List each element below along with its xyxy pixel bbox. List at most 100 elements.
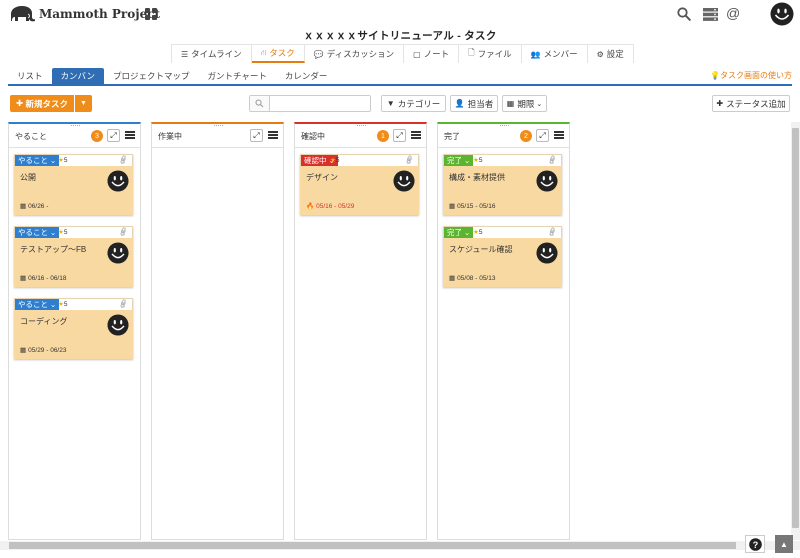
task-date-range: ▦ 06/26 - [20,202,49,211]
assignee-avatar[interactable] [393,170,415,192]
status-dropdown[interactable]: やること ⌄ [15,299,60,310]
drag-handle[interactable] [357,125,366,127]
column-menu-icon[interactable] [268,130,278,140]
search-icon[interactable] [677,7,691,21]
svg-text:?: ? [752,539,758,549]
question-icon: ? [748,537,762,551]
status-dropdown[interactable]: 完了 ⌄ [444,227,474,238]
assignee-avatar[interactable] [536,170,558,192]
view-tab-kanban[interactable]: カンバン [51,68,104,84]
task-date-range: ▦ 05/15 - 05/16 [449,202,496,211]
attachment-icon[interactable]: 🔗︎ [118,298,129,310]
mammoth-logo-icon [11,6,35,22]
attachment-icon[interactable]: 🔗︎ [547,226,558,238]
main-tabs: ☰ タイムライン ⛙ タスク 💬 ディスカッション ▢ ノート 🗋 ファイル 👥 メンバー … [171,44,634,63]
category-filter-button[interactable]: ▼ カテゴリー [381,95,446,112]
calendar-icon: ▦ [20,347,27,354]
chevron-down-icon: ⌄ [536,100,543,108]
column-menu-icon[interactable] [554,130,564,140]
top-bar: Mammoth Project @ [0,0,800,28]
task-card[interactable]: やること ⌄ ★5 🔗︎ 公開 ▦ 06/26 - [14,154,133,215]
tab-settings[interactable]: ⚙ 設定 [588,45,634,63]
assignee-avatar[interactable] [107,242,129,264]
column-title: やること [15,132,47,141]
task-title: 構成・素材提供 [449,173,505,182]
status-dropdown[interactable]: 完了 ⌄ [444,155,474,166]
assignee-filter-button[interactable]: 👤 担当者 [450,95,498,112]
comments-icon: 💬 [313,49,324,59]
lightbulb-icon: 💡 [710,71,720,80]
task-card[interactable]: やること ⌄ ★5 🔗︎ テストアップ～FB ▦ 06/16 - 06/18 [14,226,133,287]
add-status-button[interactable]: ✚ ステータス追加 [712,95,790,112]
task-card[interactable]: 完了 ⌄ ★5 🔗︎ スケジュール確認 ▦ 05/08 - 05/13 [443,226,562,287]
column-menu-icon[interactable] [411,130,421,140]
task-card[interactable]: 完了 ⌄ ★5 🔗︎ 構成・素材提供 ▦ 05/15 - 05/16 [443,154,562,215]
help-link[interactable]: 💡タスク画面の使い方 [710,70,792,81]
deadline-filter-button[interactable]: ▦ 期限 ⌄ [502,95,547,112]
expand-icon[interactable]: ⤢ [536,129,549,142]
status-dropdown[interactable]: やること ⌄ [15,155,60,166]
tab-files[interactable]: 🗋 ファイル [459,45,522,63]
assignee-avatar[interactable] [536,242,558,264]
priority[interactable]: ★5 [58,228,67,236]
task-title: 公開 [20,173,36,182]
plus-icon: ✚ [716,99,724,108]
tab-tasks[interactable]: ⛙ タスク [251,45,305,63]
attachment-icon[interactable]: 🔗︎ [118,154,129,166]
priority[interactable]: ★5 [473,228,482,236]
status-dropdown[interactable]: やること ⌄ [15,227,60,238]
view-tab-list[interactable]: リスト [8,68,52,84]
drag-handle[interactable] [71,125,80,127]
priority[interactable]: ★5 [330,156,339,164]
assignee-avatar[interactable] [107,170,129,192]
column-header: やること 3 ⤢ [9,124,140,148]
assignee-avatar[interactable] [107,314,129,336]
attachment-icon[interactable]: 🔗︎ [118,226,129,238]
vertical-scrollbar[interactable] [791,122,800,540]
logo-text: Mammoth Project [39,7,161,21]
horizontal-scrollbar[interactable] [0,541,800,550]
priority[interactable]: ★5 [58,156,67,164]
logo[interactable]: Mammoth Project [8,5,160,23]
tab-members[interactable]: 👥 メンバー [522,45,588,63]
expand-icon[interactable]: ⤢ [393,129,406,142]
horizontal-scroll-thumb[interactable] [9,542,736,549]
tab-discussion[interactable]: 💬 ディスカッション [305,45,405,63]
vertical-scroll-thumb[interactable] [792,128,799,528]
server-icon[interactable] [703,8,718,21]
plus-icon: ✚ [16,98,26,108]
new-task-button[interactable]: ✚ 新規タスク [10,95,74,112]
apps-grid-icon[interactable] [145,8,157,20]
scroll-top-button[interactable]: ▲ [775,535,793,553]
tab-timeline[interactable]: ☰ タイムライン [171,45,252,63]
search-input[interactable] [270,96,368,111]
attachment-icon[interactable]: 🔗︎ [547,154,558,166]
task-title: テストアップ～FB [20,245,87,254]
attachment-icon[interactable]: 🔗︎ [404,154,415,166]
drag-handle[interactable] [214,125,223,127]
view-tab-gantt[interactable]: ガントチャート [198,68,275,84]
card-header: 完了 ⌄ ★5 🔗︎ [443,226,562,238]
expand-icon[interactable]: ⤢ [107,129,120,142]
column-menu-icon[interactable] [125,130,135,140]
view-tab-project-map[interactable]: プロジェクトマップ [104,68,199,84]
priority[interactable]: ★5 [58,300,67,308]
tab-notes[interactable]: ▢ ノート [404,45,460,63]
chevron-down-icon: ⌄ [50,156,57,165]
calendar-icon: ▦ [506,99,515,108]
task-card[interactable]: 確認中 ⌄ ★5 🔗︎ デザイン 🔥 05/16 - 05/29 [300,154,419,215]
new-task-dropdown-button[interactable]: ▼ [75,95,92,112]
at-mention-icon[interactable]: @ [726,5,740,21]
column-count-badge: 3 [91,130,103,142]
view-tab-calendar[interactable]: カレンダー [276,68,337,84]
drag-handle[interactable] [500,125,509,127]
help-button[interactable]: ? [745,535,765,553]
column-done: 完了 2 ⤢ 完了 ⌄ ★5 🔗︎ 構成・素材提供 ▦ 05/15 - 05/16 完了 ⌄ ★5 🔗︎ ス… [437,122,570,540]
column-count-badge: 2 [520,130,532,142]
user-avatar[interactable] [770,2,794,26]
fire-icon: 🔥 [306,203,315,210]
expand-icon[interactable]: ⤢ [250,129,263,142]
task-title: スケジュール確認 [449,245,513,254]
task-card[interactable]: やること ⌄ ★5 🔗︎ コーディング ▦ 05/29 - 06/23 [14,298,133,359]
priority[interactable]: ★5 [473,156,482,164]
